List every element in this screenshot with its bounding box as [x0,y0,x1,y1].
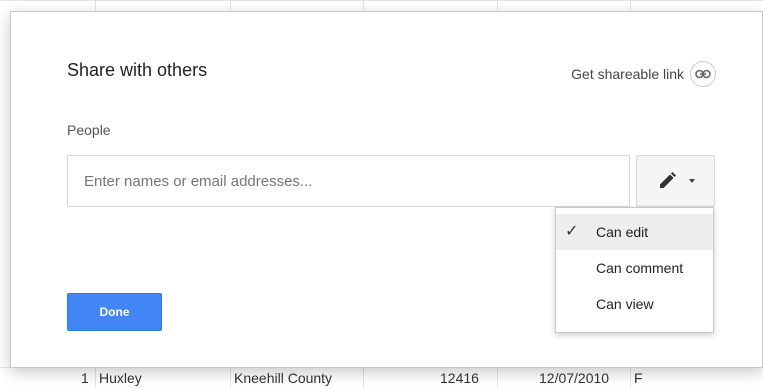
menu-item-can-view[interactable]: Can view [556,286,713,322]
cell-flag: F [634,370,643,386]
people-input[interactable]: Enter names or email addresses... [67,155,630,207]
chevron-down-icon [688,179,695,183]
row-gridline [0,0,763,1]
get-shareable-link[interactable]: Get shareable link [571,61,716,87]
sheet-data-row: 1 Huxley Kneehill County 12416 12/07/201… [0,368,763,388]
cell-value: 12416 [440,370,479,386]
menu-item-label: Can edit [596,224,649,240]
people-label: People [67,122,111,138]
cell-date: 12/07/2010 [539,370,610,386]
permission-dropdown-button[interactable] [636,155,715,207]
check-icon: ✓ [565,223,579,240]
done-button[interactable]: Done [67,293,162,331]
menu-item-label: Can comment [596,260,684,276]
menu-item-label: Can view [596,296,654,312]
cell-name: Huxley [99,370,142,386]
row-number: 1 [81,370,89,386]
menu-item-can-comment[interactable]: Can comment [556,250,713,286]
people-input-placeholder: Enter names or email addresses... [84,172,313,190]
permission-menu: ✓ Can edit Can comment Can view [555,207,714,333]
cell-county: Kneehill County [234,370,333,386]
pencil-icon [659,172,676,188]
shareable-link-label[interactable]: Get shareable link [571,66,684,82]
link-icon[interactable] [690,61,716,87]
menu-item-can-edit[interactable]: ✓ Can edit [556,214,713,250]
dialog-title: Share with others [67,60,208,80]
